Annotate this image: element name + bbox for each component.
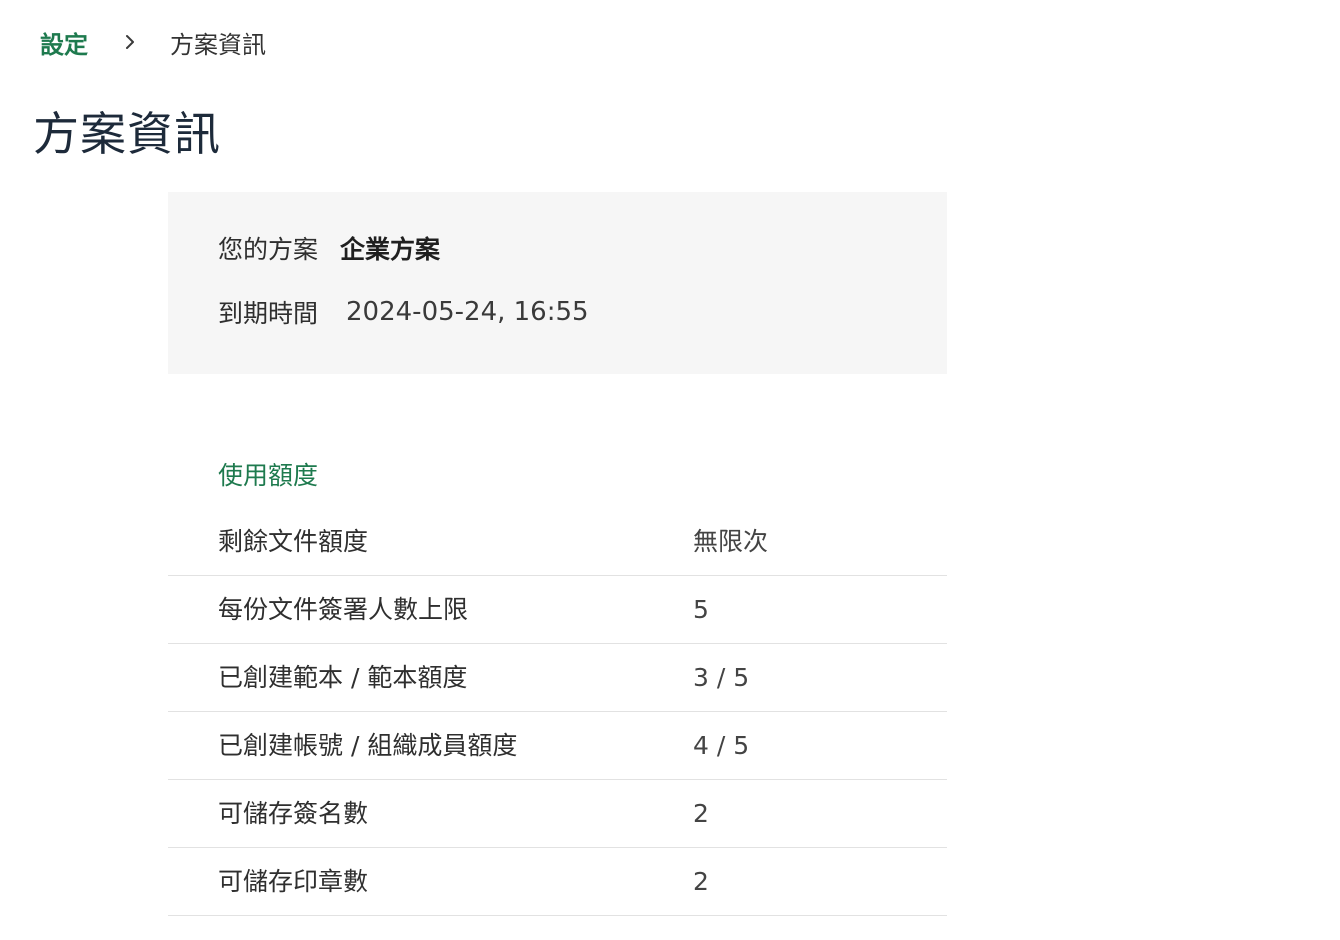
plan-summary-card: 您的方案 企業方案 到期時間 2024-05-24, 16:55 xyxy=(168,192,947,374)
expiry-label: 到期時間 xyxy=(218,299,319,328)
table-row: 剩餘文件額度 無限次 xyxy=(168,508,947,576)
plan-row: 您的方案 企業方案 xyxy=(218,230,440,266)
usage-row-value: 4 / 5 xyxy=(693,731,750,760)
usage-row-label: 每份文件簽署人數上限 xyxy=(218,595,469,624)
usage-row-label: 可儲存簽名數 xyxy=(218,799,369,828)
usage-row-value: 3 / 5 xyxy=(693,663,750,692)
table-row: 可儲存印章數 2 xyxy=(168,848,947,916)
usage-row-value: 2 xyxy=(693,799,709,828)
usage-row-value: 無限次 xyxy=(693,527,769,556)
usage-table: 剩餘文件額度 無限次 每份文件簽署人數上限 5 已創建範本 / 範本額度 3 /… xyxy=(168,508,947,916)
breadcrumb-settings-link[interactable]: 設定 xyxy=(40,25,88,60)
usage-row-value: 5 xyxy=(693,595,709,624)
table-row: 每份文件簽署人數上限 5 xyxy=(168,576,947,644)
usage-row-value: 2 xyxy=(693,867,709,896)
plan-label: 您的方案 xyxy=(218,235,319,264)
page-title: 方案資訊 xyxy=(33,107,221,161)
usage-section-title: 使用額度 xyxy=(218,461,319,490)
usage-row-label: 剩餘文件額度 xyxy=(218,527,369,556)
chevron-right-icon xyxy=(120,32,140,52)
table-row: 已創建帳號 / 組織成員額度 4 / 5 xyxy=(168,712,947,780)
table-row: 已創建範本 / 範本額度 3 / 5 xyxy=(168,644,947,712)
usage-row-label: 已創建帳號 / 組織成員額度 xyxy=(218,731,518,760)
usage-row-label: 已創建範本 / 範本額度 xyxy=(218,663,468,692)
expiry-row: 到期時間 2024-05-24, 16:55 xyxy=(218,294,589,330)
usage-row-label: 可儲存印章數 xyxy=(218,867,369,896)
breadcrumb: 設定 方案資訊 xyxy=(40,24,266,60)
breadcrumb-current: 方案資訊 xyxy=(170,30,266,59)
table-row: 可儲存簽名數 2 xyxy=(168,780,947,848)
expiry-value: 2024-05-24, 16:55 xyxy=(346,297,589,327)
plan-value: 企業方案 xyxy=(340,235,441,264)
